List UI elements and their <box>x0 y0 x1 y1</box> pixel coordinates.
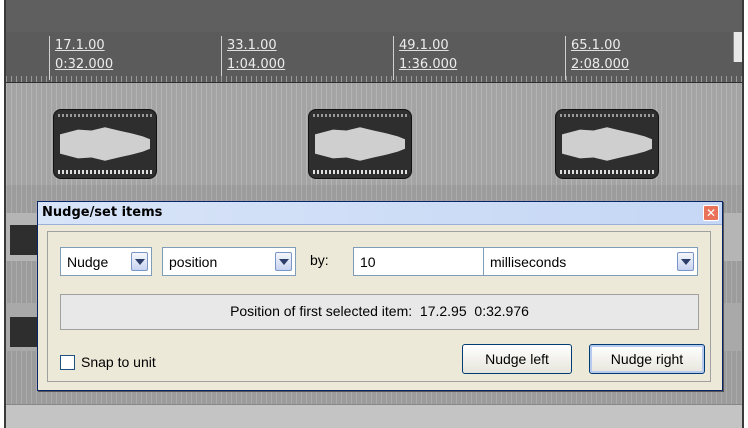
ruler-time: 0:32.000 <box>55 57 114 72</box>
nudge-dialog: Nudge/set items ✕ Nudge position by: mil… <box>37 201 723 391</box>
by-label: by: <box>310 252 329 268</box>
ruler-time: 1:36.000 <box>399 57 458 72</box>
ruler-label: 17.1.00 0:32.000 <box>55 36 113 74</box>
ruler-time: 1:04.000 <box>227 57 286 72</box>
chevron-down-icon[interactable] <box>677 252 694 271</box>
media-item-edge[interactable] <box>10 317 38 347</box>
ruler-label: 65.1.00 2:08.000 <box>571 36 629 74</box>
ruler-measure: 17.1.00 <box>55 38 105 53</box>
timeline-ruler[interactable]: 17.1.00 0:32.000 33.1.00 1:04.000 49.1.0… <box>6 32 742 83</box>
media-item[interactable] <box>53 109 157 179</box>
media-item[interactable] <box>308 109 412 179</box>
nudge-target-value: position <box>169 254 218 270</box>
nudge-unit-select[interactable]: milliseconds <box>483 247 698 276</box>
dialog-title: Nudge/set items <box>42 205 163 220</box>
ruler-mark <box>49 36 50 80</box>
dialog-title-bar[interactable]: Nudge/set items ✕ <box>38 202 722 225</box>
position-info-measure: 17.2.95 <box>419 303 467 319</box>
snap-to-unit-checkbox[interactable] <box>60 354 75 370</box>
snap-to-unit-label[interactable]: Snap to unit <box>81 354 156 370</box>
nudge-left-button[interactable]: Nudge left <box>462 344 572 374</box>
ruler-measure: 49.1.00 <box>399 38 449 53</box>
ruler-mark <box>565 36 566 80</box>
screen: 17.1.00 0:32.000 33.1.00 1:04.000 49.1.0… <box>0 0 748 428</box>
ruler-measure: 33.1.00 <box>227 38 277 53</box>
vertical-scrollbar[interactable] <box>733 32 742 62</box>
position-info-time: 0:32.976 <box>474 303 529 319</box>
dialog-body: Nudge position by: milliseconds Position… <box>47 231 711 382</box>
waveform <box>60 127 150 161</box>
close-icon[interactable]: ✕ <box>703 205 719 221</box>
media-item[interactable] <box>555 109 659 179</box>
ruler-label: 33.1.00 1:04.000 <box>227 36 285 74</box>
snap-to-unit-option[interactable]: Snap to unit <box>60 354 156 370</box>
waveform <box>562 127 652 161</box>
nudge-mode-value: Nudge <box>67 254 109 270</box>
ruler-label: 49.1.00 1:36.000 <box>399 36 457 74</box>
ruler-measure: 65.1.00 <box>571 38 621 53</box>
nudge-amount-input[interactable] <box>353 247 484 276</box>
position-info: Position of first selected item: 17.2.95… <box>61 303 698 319</box>
chevron-down-icon[interactable] <box>275 252 292 271</box>
chevron-down-icon[interactable] <box>131 252 148 271</box>
ruler-mark <box>393 36 394 80</box>
arrange-top-bar <box>6 0 742 32</box>
ruler-time: 2:08.000 <box>571 57 630 72</box>
position-info-label: Position of first selected item: <box>230 303 413 319</box>
media-item-edge[interactable] <box>10 225 38 255</box>
position-info-box: Position of first selected item: 17.2.95… <box>60 294 699 330</box>
nudge-unit-value: milliseconds <box>490 254 567 270</box>
nudge-target-select[interactable]: position <box>162 247 296 276</box>
ruler-ticks <box>6 76 742 82</box>
ruler-mark <box>221 36 222 80</box>
waveform <box>315 127 405 161</box>
nudge-mode-select[interactable]: Nudge <box>60 247 152 276</box>
track-lane-bottom[interactable] <box>6 404 742 428</box>
nudge-right-button[interactable]: Nudge right <box>589 344 705 374</box>
